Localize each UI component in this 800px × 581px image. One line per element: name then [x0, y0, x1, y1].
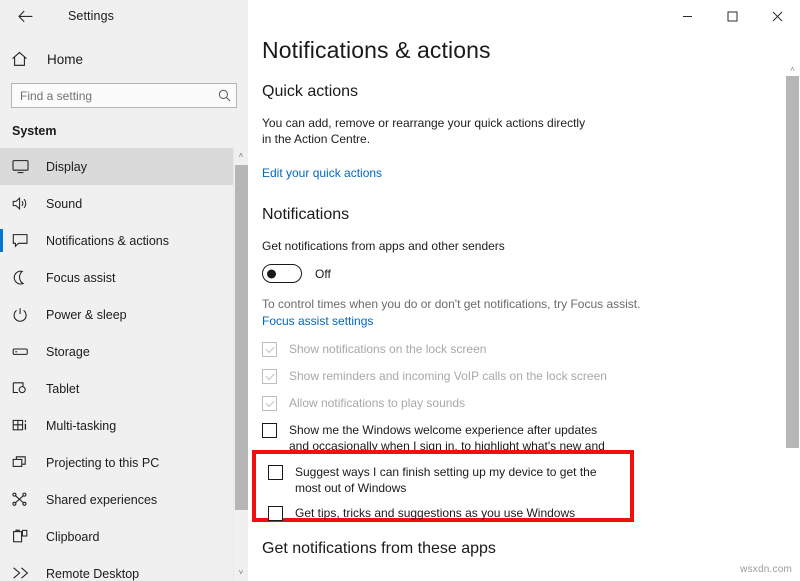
sidebar-item-multi-tasking[interactable]: Multi-tasking [0, 407, 248, 444]
sidebar-item-display-label: Display [46, 160, 87, 174]
focus-assist-hint: To control times when you do or don't ge… [262, 296, 800, 312]
search-icon[interactable] [212, 89, 236, 102]
minimize-button[interactable] [665, 0, 710, 32]
sidebar-item-clipboard-label: Clipboard [46, 530, 100, 544]
sidebar-item-multi-tasking-label: Multi-tasking [46, 419, 116, 433]
sidebar-item-home[interactable]: Home [0, 42, 248, 76]
sidebar-item-home-label: Home [47, 52, 83, 67]
sidebar-titlebar: Settings [0, 0, 248, 32]
sidebar-item-notifications-actions-label: Notifications & actions [46, 234, 169, 248]
main-scroll-up-button[interactable]: ˄ [785, 62, 800, 76]
power-icon [12, 307, 38, 322]
sidebar-item-clipboard[interactable]: Clipboard [0, 518, 248, 555]
sidebar-item-power-sleep[interactable]: Power & sleep [0, 296, 248, 333]
notifications-heading: Notifications [262, 206, 800, 224]
notifications-toggle-label: Get notifications from apps and other se… [262, 238, 597, 254]
app-title: Settings [68, 9, 114, 23]
checkbox-tips-tricks[interactable] [268, 506, 283, 521]
sidebar-item-tablet[interactable]: Tablet [0, 370, 248, 407]
checkbox-lock-screen [262, 342, 277, 357]
checkbox-row-tips-tricks[interactable]: Get tips, tricks and suggestions as you … [268, 505, 630, 521]
checkbox-suggest-setup[interactable] [268, 465, 283, 480]
sidebar: Settings Home System [0, 0, 248, 581]
sidebar-item-remote-desktop[interactable]: Remote Desktop [0, 555, 248, 581]
maximize-button[interactable] [710, 0, 755, 32]
monitor-icon [12, 159, 38, 174]
drive-icon [12, 344, 38, 359]
sidebar-item-sound-label: Sound [46, 197, 82, 211]
sidebar-scroll-thumb[interactable] [235, 165, 248, 510]
settings-window: Settings Home System [0, 0, 800, 581]
sidebar-item-power-sleep-label: Power & sleep [46, 308, 127, 322]
speech-bubble-icon [12, 233, 38, 248]
sidebar-item-shared-experiences-label: Shared experiences [46, 493, 157, 507]
speaker-icon [12, 196, 38, 211]
sidebar-item-focus-assist-label: Focus assist [46, 271, 115, 285]
search-box[interactable] [11, 83, 237, 108]
search-input[interactable] [12, 89, 212, 103]
notifications-toggle-row: Off [262, 264, 800, 283]
sidebar-item-projecting-to-this-pc[interactable]: Projecting to this PC [0, 444, 248, 481]
checkbox-row-voip-reminders[interactable]: Show reminders and incoming VoIP calls o… [262, 368, 800, 384]
multitask-icon [12, 418, 38, 433]
home-icon [11, 51, 39, 67]
checkbox-voip-reminders [262, 369, 277, 384]
quick-actions-heading: Quick actions [262, 83, 800, 101]
settings-content: Notifications & actions Quick actions Yo… [248, 0, 800, 470]
page-title: Notifications & actions [262, 37, 800, 64]
sidebar-item-storage[interactable]: Storage [0, 333, 248, 370]
checkbox-suggest-setup-label: Suggest ways I can finish setting up my … [295, 464, 625, 496]
sidebar-item-tablet-label: Tablet [46, 382, 79, 396]
checkbox-voip-reminders-label: Show reminders and incoming VoIP calls o… [289, 368, 607, 384]
checkbox-play-sounds-label: Allow notifications to play sounds [289, 395, 465, 411]
focus-assist-settings-link[interactable]: Focus assist settings [262, 314, 373, 328]
sidebar-item-remote-desktop-label: Remote Desktop [46, 567, 139, 581]
sidebar-item-display[interactable]: Display [0, 148, 248, 185]
sidebar-scrollbar[interactable]: ˄ ˅ [233, 147, 248, 581]
checkbox-row-suggest-setup[interactable]: Suggest ways I can finish setting up my … [268, 464, 630, 496]
main-scroll-thumb[interactable] [786, 76, 799, 448]
checkbox-lock-screen-label: Show notifications on the lock screen [289, 341, 486, 357]
sidebar-nav-list: Display Sound Notifications & actions Fo… [0, 148, 248, 581]
project-screen-icon [12, 455, 38, 470]
edit-quick-actions-link[interactable]: Edit your quick actions [262, 166, 382, 180]
sidebar-scroll-down-button[interactable]: ˅ [234, 564, 248, 581]
sidebar-item-storage-label: Storage [46, 345, 90, 359]
sidebar-group-title: System [0, 108, 248, 148]
notifications-toggle[interactable] [262, 264, 302, 283]
sidebar-item-focus-assist[interactable]: Focus assist [0, 259, 248, 296]
checkbox-welcome-experience[interactable] [262, 423, 277, 438]
sidebar-item-notifications-actions[interactable]: Notifications & actions [0, 222, 248, 259]
close-button[interactable] [755, 0, 800, 32]
sidebar-item-shared-experiences[interactable]: Shared experiences [0, 481, 248, 518]
checkbox-play-sounds [262, 396, 277, 411]
share-nodes-icon [12, 492, 38, 507]
notifications-toggle-state: Off [315, 267, 331, 281]
sidebar-item-sound[interactable]: Sound [0, 185, 248, 222]
main-content: Notifications & actions Quick actions Yo… [248, 0, 800, 581]
checkbox-row-lock-screen[interactable]: Show notifications on the lock screen [262, 341, 800, 357]
sidebar-item-projecting-to-this-pc-label: Projecting to this PC [46, 456, 159, 470]
main-scrollbar[interactable]: ˄ [785, 62, 800, 581]
search-container [0, 76, 248, 108]
quick-actions-description: You can add, remove or rearrange your qu… [262, 115, 597, 147]
highlighted-checkbox-list: Suggest ways I can finish setting up my … [256, 454, 630, 521]
annotation-highlight-box: Suggest ways I can finish setting up my … [252, 450, 634, 522]
tablet-icon [12, 381, 38, 396]
back-arrow-icon[interactable] [10, 3, 40, 29]
window-controls [665, 0, 800, 32]
apps-section-heading: Get notifications from these apps [262, 540, 496, 558]
clipboard-icon [12, 529, 38, 544]
moon-icon [12, 270, 38, 285]
sidebar-scroll-up-button[interactable]: ˄ [234, 147, 248, 164]
remote-desktop-icon [12, 566, 38, 581]
toggle-knob [267, 269, 276, 278]
checkbox-tips-tricks-label: Get tips, tricks and suggestions as you … [295, 505, 575, 521]
watermark: wsxdn.com [740, 564, 792, 575]
checkbox-row-play-sounds[interactable]: Allow notifications to play sounds [262, 395, 800, 411]
